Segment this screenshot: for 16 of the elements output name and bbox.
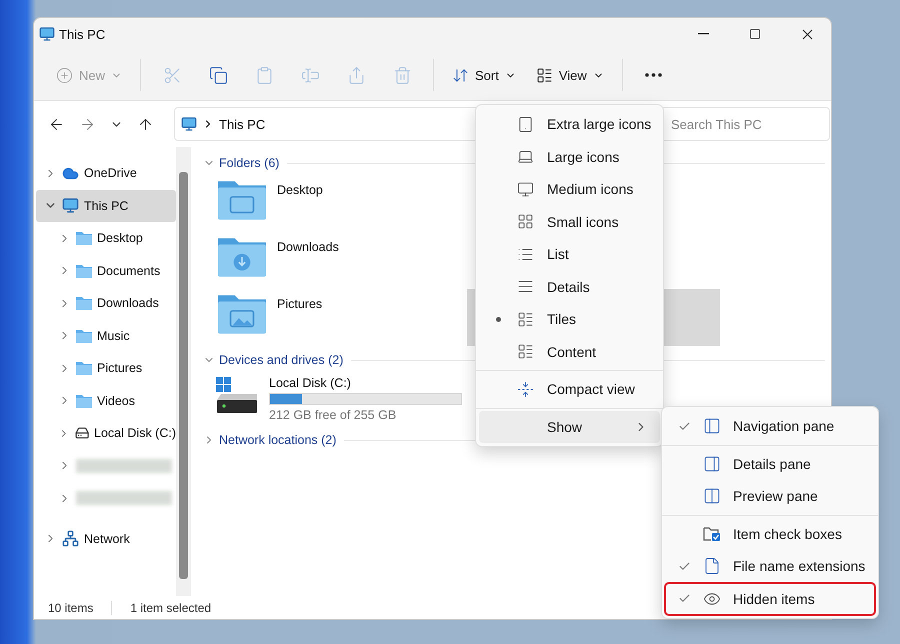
free-space: 212 GB free of 255 GB [269,408,398,422]
address-path: This PC [219,116,266,132]
sidebar-label: Videos [97,394,135,408]
sidebar-label: This PC [84,198,128,213]
sidebar-label: Downloads [97,296,159,310]
drive-name: Local Disk (C:) [269,376,352,390]
window-title: This PC [59,26,106,42]
sidebar-label: Music [97,328,130,343]
item-count: 10 items [48,600,94,614]
sidebar-label: Network [84,532,130,546]
sidebar-label: Pictures [97,361,142,376]
sidebar-label: Local Disk (C:) [94,426,176,440]
sidebar-label: OneDrive [84,166,137,180]
sidebar-label: Documents [97,264,160,278]
selection-count: 1 item selected [130,600,212,614]
sidebar-label: Desktop [97,231,143,246]
